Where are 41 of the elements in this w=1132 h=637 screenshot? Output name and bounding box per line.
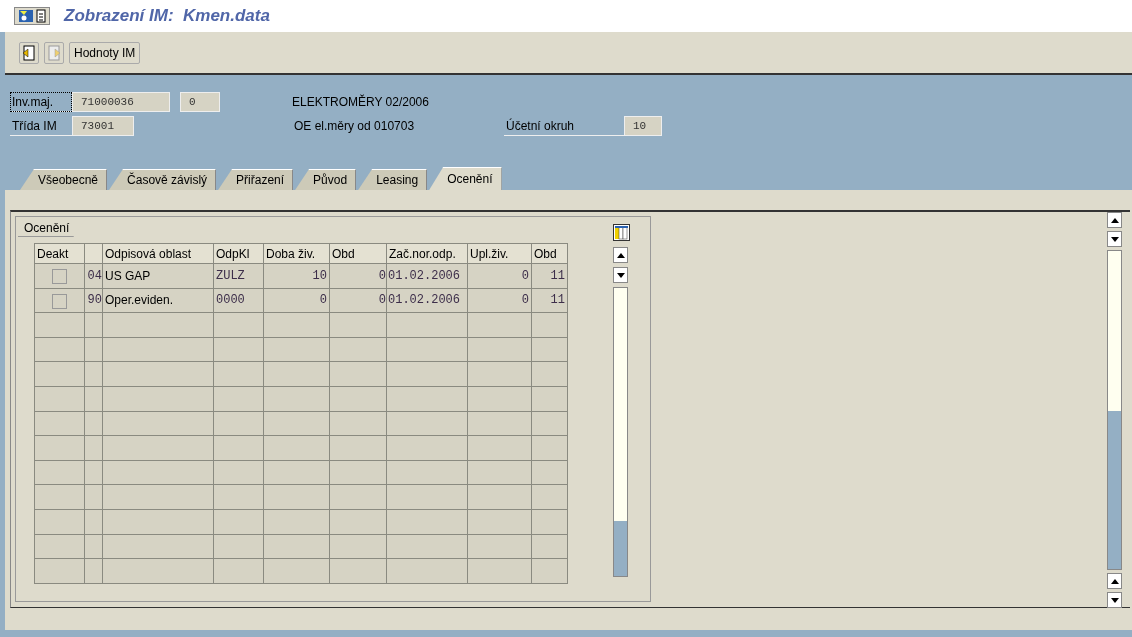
tab[interactable]: Leasing [358, 169, 428, 190]
table-scrollbar[interactable] [613, 247, 628, 577]
scrollbar-thumb[interactable] [614, 521, 627, 576]
checkbox[interactable] [52, 269, 67, 285]
scroll-up-icon[interactable] [616, 252, 625, 258]
column-header[interactable]: Obd [329, 243, 387, 264]
description-text: OE el.měry od 010703 [294, 118, 416, 135]
tab[interactable]: Všeobecně [20, 169, 108, 190]
scroll-down-icon[interactable] [616, 272, 625, 278]
checkbox[interactable] [52, 293, 67, 309]
input-field[interactable]: 0 [180, 92, 220, 112]
scroll-down-icon[interactable] [1110, 236, 1119, 242]
column-header[interactable]: Deakt [34, 243, 85, 264]
table-cell: Oper.eviden. [102, 288, 214, 313]
scroll-up-icon[interactable] [1110, 217, 1119, 223]
input-field[interactable]: 71000036 [72, 92, 170, 112]
scroll-up-icon[interactable] [1110, 578, 1119, 584]
table-cell: 01.02.2006 [386, 288, 468, 313]
scrollbar-thumb[interactable] [1108, 411, 1121, 569]
column-header[interactable]: Odpisová oblast [102, 243, 214, 264]
table-cell: US GAP [102, 263, 214, 289]
input-field[interactable]: 10 [624, 116, 662, 136]
column-header[interactable]: Zač.nor.odp. [386, 243, 468, 264]
document-icon[interactable] [36, 9, 46, 23]
tab[interactable]: Přiřazení [218, 169, 294, 190]
column-header[interactable]: OdpKl [213, 243, 264, 264]
tab[interactable]: Časově závislý [109, 169, 217, 190]
column-settings-icon[interactable] [613, 224, 630, 241]
input-field[interactable]: 73001 [72, 116, 134, 136]
column-header[interactable]: Upl.živ. [467, 243, 532, 264]
values-button[interactable]: Hodnoty IM [69, 41, 141, 64]
transaction-icon[interactable] [18, 9, 34, 23]
panel-scrollbar[interactable] [1107, 212, 1122, 608]
tab[interactable]: Původ [295, 169, 357, 190]
tab[interactable]: Ocenění [429, 167, 502, 190]
column-header[interactable]: Obd [531, 243, 568, 264]
description-text: ELEKTROMĚRY 02/2006 [292, 93, 430, 111]
column-header[interactable]: Doba živ. [263, 243, 330, 264]
window-title: Zobrazení IM: Kmen.data [64, 5, 270, 28]
scroll-down-icon[interactable] [1110, 597, 1119, 603]
back-page-icon[interactable] [19, 41, 39, 64]
